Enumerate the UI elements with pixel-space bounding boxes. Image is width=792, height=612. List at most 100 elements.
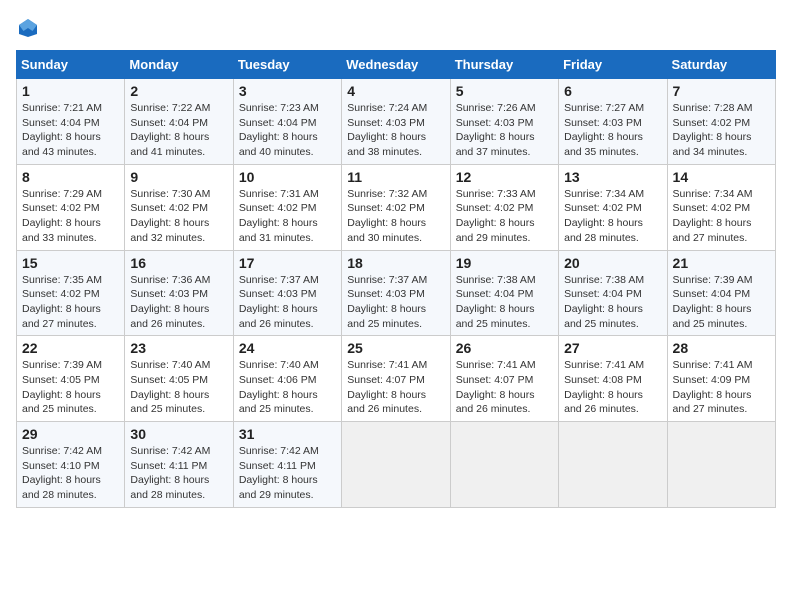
day-number: 12 bbox=[456, 169, 553, 185]
calendar-week-row: 29 Sunrise: 7:42 AM Sunset: 4:10 PM Dayli… bbox=[17, 422, 776, 508]
day-number: 31 bbox=[239, 426, 336, 442]
calendar-week-row: 22Sunrise: 7:39 AM Sunset: 4:05 PM Dayli… bbox=[17, 336, 776, 422]
calendar-cell bbox=[667, 422, 775, 508]
day-number: 24 bbox=[239, 340, 336, 356]
cell-sun-info: Sunrise: 7:26 AM Sunset: 4:03 PM Dayligh… bbox=[456, 101, 553, 160]
day-number: 2 bbox=[130, 83, 227, 99]
cell-sun-info: Sunrise: 7:21 AM Sunset: 4:04 PM Dayligh… bbox=[22, 101, 119, 160]
column-header-tuesday: Tuesday bbox=[233, 51, 341, 79]
calendar-cell: 14 Sunrise: 7:34 AM Sunset: 4:02 PM Dayli… bbox=[667, 164, 775, 250]
calendar-cell: 16Sunrise: 7:36 AM Sunset: 4:03 PM Dayli… bbox=[125, 250, 233, 336]
day-number: 20 bbox=[564, 255, 661, 271]
cell-sun-info: Sunrise: 7:38 AM Sunset: 4:04 PM Dayligh… bbox=[564, 273, 661, 332]
calendar-cell: 28 Sunrise: 7:41 AM Sunset: 4:09 PM Dayli… bbox=[667, 336, 775, 422]
cell-sun-info: Sunrise: 7:28 AM Sunset: 4:02 PM Dayligh… bbox=[673, 101, 770, 160]
day-number: 6 bbox=[564, 83, 661, 99]
calendar-cell bbox=[342, 422, 450, 508]
day-number: 27 bbox=[564, 340, 661, 356]
cell-sun-info: Sunrise: 7:29 AM Sunset: 4:02 PM Dayligh… bbox=[22, 187, 119, 246]
day-number: 25 bbox=[347, 340, 444, 356]
day-number: 15 bbox=[22, 255, 119, 271]
calendar-cell: 26 Sunrise: 7:41 AM Sunset: 4:07 PM Dayli… bbox=[450, 336, 558, 422]
calendar-cell: 17 Sunrise: 7:37 AM Sunset: 4:03 PM Dayli… bbox=[233, 250, 341, 336]
cell-sun-info: Sunrise: 7:39 AM Sunset: 4:04 PM Dayligh… bbox=[673, 273, 770, 332]
column-header-sunday: Sunday bbox=[17, 51, 125, 79]
calendar-cell bbox=[450, 422, 558, 508]
day-number: 8 bbox=[22, 169, 119, 185]
calendar-week-row: 8 Sunrise: 7:29 AM Sunset: 4:02 PM Daylig… bbox=[17, 164, 776, 250]
day-number: 14 bbox=[673, 169, 770, 185]
calendar-cell: 10 Sunrise: 7:31 AM Sunset: 4:02 PM Dayli… bbox=[233, 164, 341, 250]
cell-sun-info: Sunrise: 7:34 AM Sunset: 4:02 PM Dayligh… bbox=[673, 187, 770, 246]
day-number: 9 bbox=[130, 169, 227, 185]
cell-sun-info: Sunrise: 7:41 AM Sunset: 4:09 PM Dayligh… bbox=[673, 358, 770, 417]
cell-sun-info: Sunrise: 7:23 AM Sunset: 4:04 PM Dayligh… bbox=[239, 101, 336, 160]
column-header-wednesday: Wednesday bbox=[342, 51, 450, 79]
day-number: 19 bbox=[456, 255, 553, 271]
logo-icon bbox=[16, 16, 40, 40]
calendar-cell: 29 Sunrise: 7:42 AM Sunset: 4:10 PM Dayli… bbox=[17, 422, 125, 508]
calendar-cell: 31 Sunrise: 7:42 AM Sunset: 4:11 PM Dayli… bbox=[233, 422, 341, 508]
cell-sun-info: Sunrise: 7:42 AM Sunset: 4:11 PM Dayligh… bbox=[130, 444, 227, 503]
cell-sun-info: Sunrise: 7:31 AM Sunset: 4:02 PM Dayligh… bbox=[239, 187, 336, 246]
column-header-thursday: Thursday bbox=[450, 51, 558, 79]
calendar-cell: 9 Sunrise: 7:30 AM Sunset: 4:02 PM Daylig… bbox=[125, 164, 233, 250]
day-number: 26 bbox=[456, 340, 553, 356]
cell-sun-info: Sunrise: 7:41 AM Sunset: 4:07 PM Dayligh… bbox=[456, 358, 553, 417]
column-header-friday: Friday bbox=[559, 51, 667, 79]
calendar-cell bbox=[559, 422, 667, 508]
calendar-cell: 30 Sunrise: 7:42 AM Sunset: 4:11 PM Dayli… bbox=[125, 422, 233, 508]
cell-sun-info: Sunrise: 7:22 AM Sunset: 4:04 PM Dayligh… bbox=[130, 101, 227, 160]
day-number: 4 bbox=[347, 83, 444, 99]
cell-sun-info: Sunrise: 7:38 AM Sunset: 4:04 PM Dayligh… bbox=[456, 273, 553, 332]
day-number: 10 bbox=[239, 169, 336, 185]
calendar-cell: 7 Sunrise: 7:28 AM Sunset: 4:02 PM Daylig… bbox=[667, 79, 775, 165]
cell-sun-info: Sunrise: 7:37 AM Sunset: 4:03 PM Dayligh… bbox=[347, 273, 444, 332]
cell-sun-info: Sunrise: 7:42 AM Sunset: 4:10 PM Dayligh… bbox=[22, 444, 119, 503]
cell-sun-info: Sunrise: 7:41 AM Sunset: 4:07 PM Dayligh… bbox=[347, 358, 444, 417]
column-header-monday: Monday bbox=[125, 51, 233, 79]
column-header-saturday: Saturday bbox=[667, 51, 775, 79]
day-number: 7 bbox=[673, 83, 770, 99]
calendar-cell: 4 Sunrise: 7:24 AM Sunset: 4:03 PM Daylig… bbox=[342, 79, 450, 165]
calendar-cell: 21 Sunrise: 7:39 AM Sunset: 4:04 PM Dayli… bbox=[667, 250, 775, 336]
cell-sun-info: Sunrise: 7:40 AM Sunset: 4:05 PM Dayligh… bbox=[130, 358, 227, 417]
cell-sun-info: Sunrise: 7:33 AM Sunset: 4:02 PM Dayligh… bbox=[456, 187, 553, 246]
day-number: 16 bbox=[130, 255, 227, 271]
day-number: 29 bbox=[22, 426, 119, 442]
cell-sun-info: Sunrise: 7:27 AM Sunset: 4:03 PM Dayligh… bbox=[564, 101, 661, 160]
day-number: 1 bbox=[22, 83, 119, 99]
day-number: 21 bbox=[673, 255, 770, 271]
cell-sun-info: Sunrise: 7:37 AM Sunset: 4:03 PM Dayligh… bbox=[239, 273, 336, 332]
day-number: 3 bbox=[239, 83, 336, 99]
cell-sun-info: Sunrise: 7:35 AM Sunset: 4:02 PM Dayligh… bbox=[22, 273, 119, 332]
calendar-header-row: SundayMondayTuesdayWednesdayThursdayFrid… bbox=[17, 51, 776, 79]
calendar-table: SundayMondayTuesdayWednesdayThursdayFrid… bbox=[16, 50, 776, 508]
calendar-cell: 27 Sunrise: 7:41 AM Sunset: 4:08 PM Dayli… bbox=[559, 336, 667, 422]
day-number: 13 bbox=[564, 169, 661, 185]
calendar-cell: 22Sunrise: 7:39 AM Sunset: 4:05 PM Dayli… bbox=[17, 336, 125, 422]
calendar-cell: 20 Sunrise: 7:38 AM Sunset: 4:04 PM Dayli… bbox=[559, 250, 667, 336]
day-number: 22 bbox=[22, 340, 119, 356]
calendar-week-row: 15 Sunrise: 7:35 AM Sunset: 4:02 PM Dayli… bbox=[17, 250, 776, 336]
calendar-cell: 1 Sunrise: 7:21 AM Sunset: 4:04 PM Daylig… bbox=[17, 79, 125, 165]
cell-sun-info: Sunrise: 7:41 AM Sunset: 4:08 PM Dayligh… bbox=[564, 358, 661, 417]
calendar-cell: 2 Sunrise: 7:22 AM Sunset: 4:04 PM Daylig… bbox=[125, 79, 233, 165]
calendar-cell: 23Sunrise: 7:40 AM Sunset: 4:05 PM Dayli… bbox=[125, 336, 233, 422]
day-number: 30 bbox=[130, 426, 227, 442]
cell-sun-info: Sunrise: 7:24 AM Sunset: 4:03 PM Dayligh… bbox=[347, 101, 444, 160]
calendar-cell: 24 Sunrise: 7:40 AM Sunset: 4:06 PM Dayli… bbox=[233, 336, 341, 422]
calendar-cell: 18Sunrise: 7:37 AM Sunset: 4:03 PM Dayli… bbox=[342, 250, 450, 336]
calendar-cell: 25 Sunrise: 7:41 AM Sunset: 4:07 PM Dayli… bbox=[342, 336, 450, 422]
calendar-cell: 19 Sunrise: 7:38 AM Sunset: 4:04 PM Dayli… bbox=[450, 250, 558, 336]
calendar-cell: 11Sunrise: 7:32 AM Sunset: 4:02 PM Dayli… bbox=[342, 164, 450, 250]
cell-sun-info: Sunrise: 7:42 AM Sunset: 4:11 PM Dayligh… bbox=[239, 444, 336, 503]
day-number: 28 bbox=[673, 340, 770, 356]
day-number: 17 bbox=[239, 255, 336, 271]
calendar-cell: 3 Sunrise: 7:23 AM Sunset: 4:04 PM Daylig… bbox=[233, 79, 341, 165]
logo bbox=[16, 16, 44, 40]
day-number: 5 bbox=[456, 83, 553, 99]
cell-sun-info: Sunrise: 7:40 AM Sunset: 4:06 PM Dayligh… bbox=[239, 358, 336, 417]
cell-sun-info: Sunrise: 7:30 AM Sunset: 4:02 PM Dayligh… bbox=[130, 187, 227, 246]
cell-sun-info: Sunrise: 7:34 AM Sunset: 4:02 PM Dayligh… bbox=[564, 187, 661, 246]
